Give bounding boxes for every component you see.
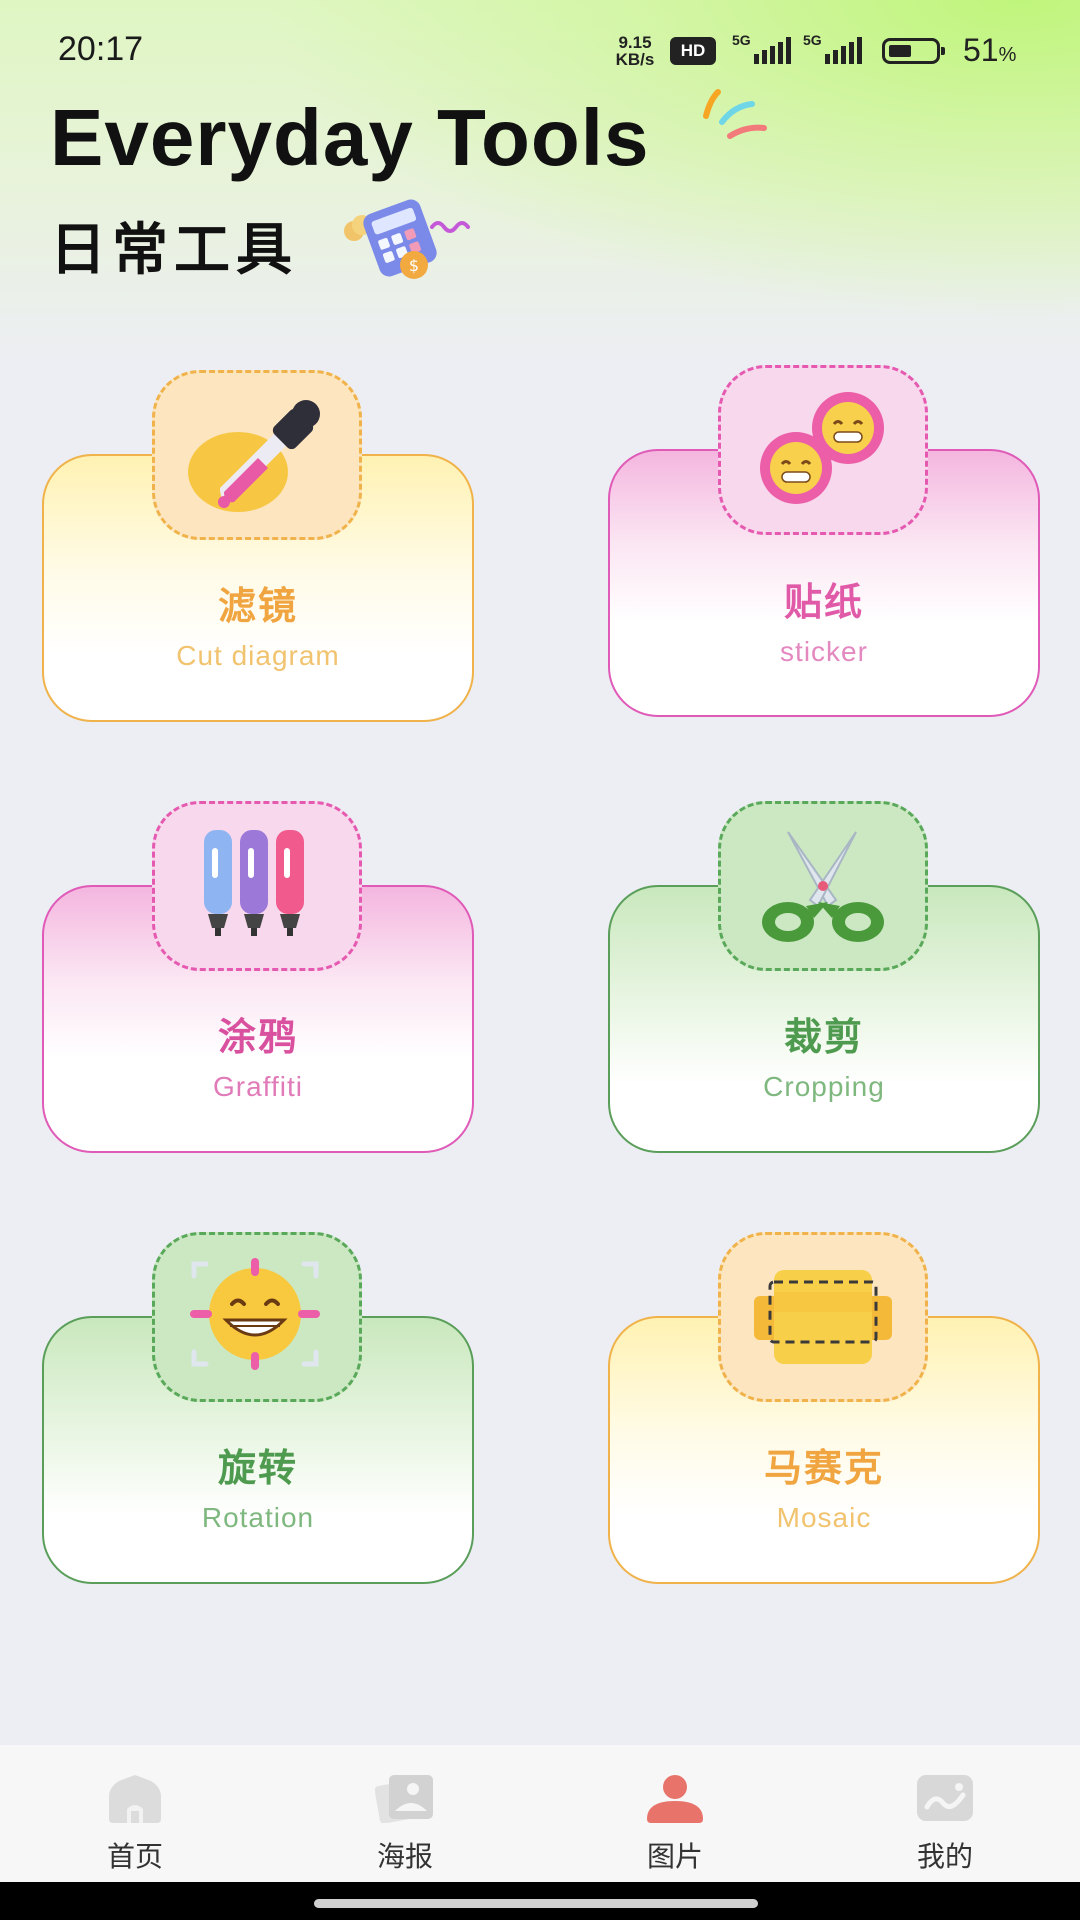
battery-icon [882, 38, 945, 64]
nav-item-picture[interactable]: 图片 [540, 1745, 810, 1885]
nav-item-mine[interactable]: 我的 [810, 1745, 1080, 1885]
nav-item-home[interactable]: 首页 [0, 1745, 270, 1885]
status-bar: 20:17 9.15 KB/s HD 5G 5G 51% [0, 0, 1080, 100]
home-icon [109, 1775, 161, 1823]
signal-icon: 5G [732, 32, 794, 64]
profile-icon [917, 1775, 973, 1821]
nav-label: 海报 [376, 1840, 433, 1873]
rotate-face-icon [190, 1258, 320, 1370]
network-speed: 9.15 KB/s [607, 34, 663, 68]
bottom-nav: 首页 海报 图片 我的 [0, 1745, 1080, 1885]
scissors-icon [762, 831, 884, 942]
tool-title: 滤镜 [217, 584, 298, 628]
tool-subtitle: Graffiti [213, 1071, 303, 1102]
calculator-icon: $ [344, 199, 470, 279]
signal-label: 5G [803, 32, 822, 48]
hd-badge: HD [670, 37, 716, 65]
signal-label: 5G [732, 32, 751, 48]
page-title-en: Everyday Tools [50, 93, 650, 182]
tool-subtitle: Cropping [763, 1071, 885, 1102]
nav-label: 我的 [916, 1840, 973, 1873]
nav-label: 首页 [106, 1840, 163, 1873]
tool-subtitle: Cut diagram [176, 640, 340, 671]
markers-icon [204, 830, 304, 936]
sparkle-decoration-icon [703, 89, 767, 139]
tool-title: 裁剪 [783, 1015, 864, 1059]
tool-subtitle: sticker [780, 636, 868, 667]
tool-subtitle: Rotation [201, 1502, 315, 1533]
page-title-cn: 日常工具 [50, 218, 298, 283]
poster-icon [375, 1775, 433, 1823]
nav-label: 图片 [646, 1840, 703, 1873]
tool-title: 马赛克 [763, 1446, 884, 1490]
network-speed-value: 9.15 [618, 33, 652, 52]
nav-item-poster[interactable]: 海报 [270, 1745, 540, 1885]
signal-icon: 5G [803, 32, 865, 64]
mosaic-icon [754, 1270, 892, 1364]
tool-subtitle: Mosaic [776, 1502, 872, 1533]
network-speed-unit: KB/s [615, 50, 655, 69]
tool-title: 旋转 [217, 1446, 298, 1490]
emoji-sticker-icon [760, 392, 884, 504]
tool-title: 贴纸 [783, 580, 864, 624]
dropper-icon [188, 400, 320, 512]
battery-percent: 51% [963, 32, 1017, 68]
status-time: 20:17 [58, 30, 144, 68]
tool-title: 涂鸦 [217, 1015, 298, 1059]
svg-text:$: $ [409, 256, 419, 275]
person-icon [647, 1775, 703, 1823]
home-indicator[interactable] [314, 1899, 758, 1908]
